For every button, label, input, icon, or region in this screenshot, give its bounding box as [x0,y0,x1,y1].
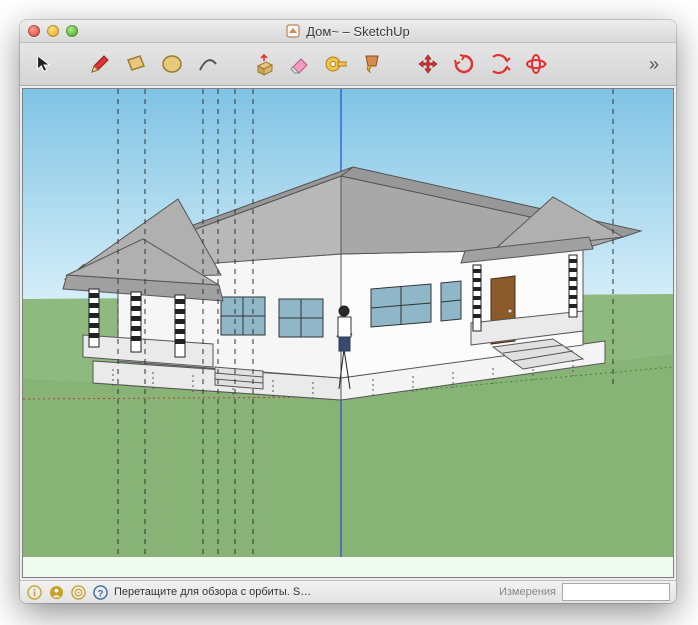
orbit-icon [524,52,548,76]
pushpull-icon [252,52,276,76]
rectangle-icon [124,52,148,76]
status-help-icon[interactable]: ? [92,584,108,600]
paint-tool[interactable] [356,48,388,80]
select-tool[interactable] [28,48,60,80]
paint-icon [360,52,384,76]
arc-tool[interactable] [192,48,224,80]
eraser-icon [288,52,312,76]
minimize-button[interactable] [47,25,59,37]
rectangle-tool[interactable] [120,48,152,80]
scale-tool[interactable] [484,48,516,80]
document-proxy-icon[interactable] [286,24,300,38]
svg-text:?: ? [97,588,103,598]
statusbar: ? Перетащите для обзора с орбиты. S… Изм… [20,580,676,603]
status-target-icon[interactable] [70,584,86,600]
cursor-icon [33,53,55,75]
circle-icon [160,52,184,76]
rotate-icon [452,52,476,76]
scale-icon [488,52,512,76]
tape-icon [324,52,348,76]
window-title: Дом~ – SketchUp [20,24,676,39]
measurements-input[interactable] [562,583,670,601]
titlebar[interactable]: Дом~ – SketchUp [20,20,676,43]
status-person-icon[interactable] [48,584,64,600]
move-icon [416,52,440,76]
viewport-3d[interactable] [22,88,674,578]
close-button[interactable] [28,25,40,37]
window-title-text: Дом~ – SketchUp [306,24,410,39]
status-info-icon[interactable] [26,584,42,600]
toolbar-overflow[interactable]: » [640,54,668,75]
pushpull-tool[interactable] [248,48,280,80]
status-hint: Перетащите для обзора с орбиты. S… [114,586,311,598]
rotate-tool[interactable] [448,48,480,80]
traffic-lights [28,25,78,37]
pencil-icon [88,52,112,76]
circle-tool[interactable] [156,48,188,80]
measurements-label: Измерения [499,586,556,598]
eraser-tool[interactable] [284,48,316,80]
move-tool[interactable] [412,48,444,80]
toolbar: » [20,43,676,86]
pencil-tool[interactable] [84,48,116,80]
app-window: Дом~ – SketchUp [20,20,676,603]
zoom-button[interactable] [66,25,78,37]
tape-tool[interactable] [320,48,352,80]
orbit-tool[interactable] [520,48,552,80]
arc-icon [196,52,220,76]
